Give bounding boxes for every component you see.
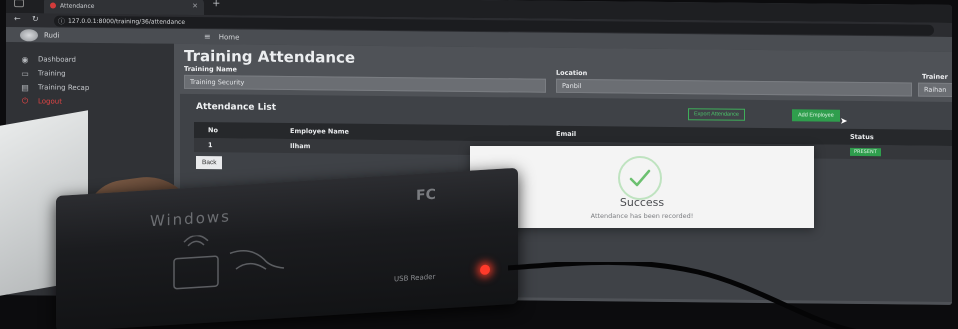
reader-brand-text: Windows xyxy=(150,207,231,231)
user-name: Rudi xyxy=(44,30,60,40)
usb-cable xyxy=(508,262,857,329)
tab-close-icon[interactable]: ✕ xyxy=(192,2,198,10)
mouse-cursor-icon: ➤ xyxy=(840,116,848,127)
status-led-icon xyxy=(480,264,490,276)
status-badge: PRESENT xyxy=(850,147,881,157)
sidebar-item-logout[interactable]: ⏻ Logout xyxy=(6,94,174,110)
column-header-status: Status xyxy=(850,132,874,142)
usb-reader-label: USB Reader xyxy=(394,272,436,284)
sidebar-item-label: Training Recap xyxy=(38,83,90,92)
trainer-label: Trainer xyxy=(922,72,948,81)
breadcrumb-home[interactable]: Home xyxy=(219,33,240,41)
usb-rfid-reader: Windows FC USB Reader xyxy=(56,167,518,329)
trainer-field[interactable]: Raihan xyxy=(918,82,952,98)
user-profile[interactable]: Rudi xyxy=(20,28,59,41)
fc-mark: FC xyxy=(416,186,436,204)
location-label: Location xyxy=(556,68,588,78)
sidebar-item-label: Dashboard xyxy=(38,55,76,64)
contactless-card-icon xyxy=(173,234,285,290)
column-header-employee-name: Employee Name xyxy=(290,127,349,136)
page-title: Training Attendance xyxy=(184,46,356,67)
logout-icon: ⏻ xyxy=(21,96,29,106)
training-name-field[interactable]: Training Security xyxy=(184,74,546,93)
attendance-list-title: Attendance List xyxy=(196,102,277,113)
export-attendance-button[interactable]: Export Attendance xyxy=(688,108,745,121)
dashboard-icon: ◉ xyxy=(21,54,29,64)
reload-icon[interactable]: ↻ xyxy=(32,14,39,23)
modal-message: Attendance has been recorded! xyxy=(590,212,694,220)
training-name-label: Training Name xyxy=(184,64,237,74)
avatar xyxy=(20,28,38,41)
row-employee-name: Ilham xyxy=(290,142,311,151)
new-tab-icon[interactable]: + xyxy=(212,0,220,9)
column-header-no: No xyxy=(208,126,218,135)
training-icon: ▭ xyxy=(21,68,29,78)
sidebar-item-label: Logout xyxy=(38,97,62,106)
url-text: 127.0.0.1:8000/training/36/attendance xyxy=(68,17,186,26)
back-arrow-icon[interactable]: ← xyxy=(14,14,21,23)
modal-title: Success xyxy=(619,196,665,209)
column-header-email: Email xyxy=(556,129,577,139)
location-field[interactable]: Panbil xyxy=(556,78,912,97)
sidebar-item-label: Training xyxy=(38,69,66,78)
hamburger-menu-icon[interactable]: ≡ xyxy=(204,32,211,41)
checkmark-icon xyxy=(629,169,651,187)
breadcrumb: ≡ Home xyxy=(204,32,239,41)
site-info-icon[interactable]: ⓘ xyxy=(58,17,65,27)
tab-favicon-icon xyxy=(50,2,56,9)
chart-icon: ▤ xyxy=(21,82,29,92)
row-no: 1 xyxy=(208,141,213,150)
success-modal: Success Attendance has been recorded! xyxy=(470,146,814,228)
success-circle xyxy=(618,156,662,200)
back-button[interactable]: Back xyxy=(196,156,223,170)
tab-title: Attendance xyxy=(60,2,95,10)
window-menu-icon[interactable] xyxy=(14,0,24,8)
add-employee-button[interactable]: Add Employee xyxy=(792,109,840,122)
